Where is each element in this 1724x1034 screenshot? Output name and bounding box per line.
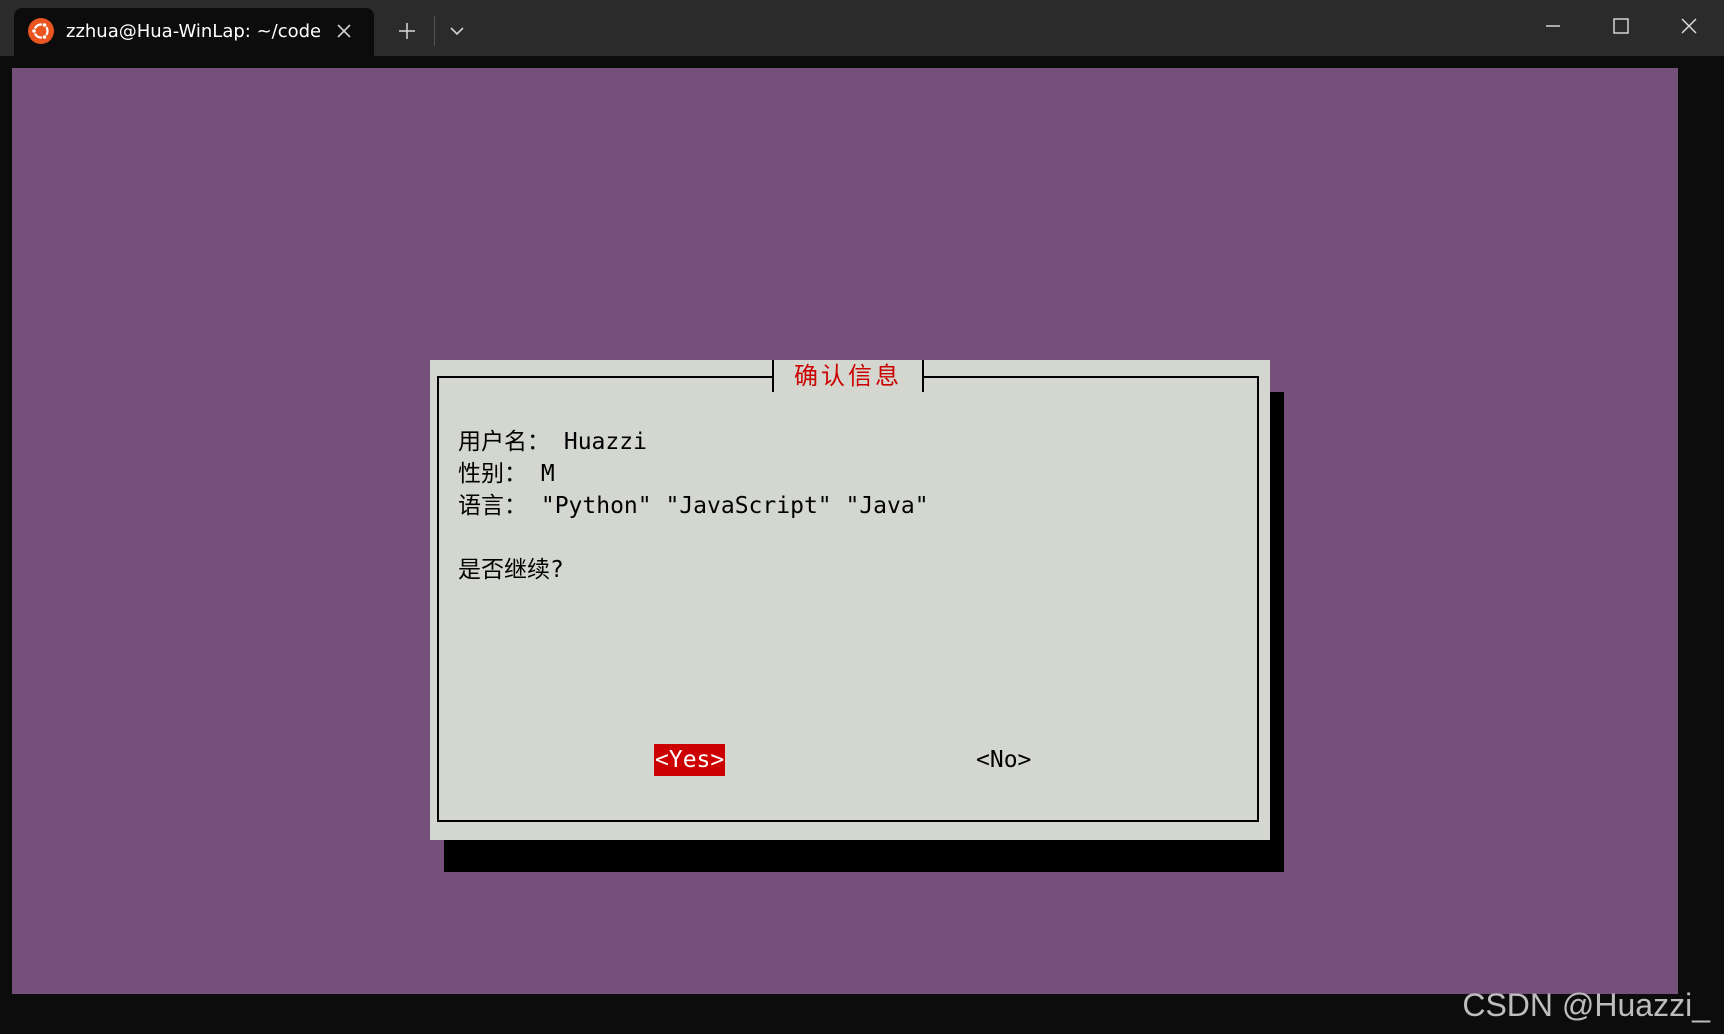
terminal-window: zzhua@Hua-WinLap: ~/code 确认信息 用户名： Huazz… [0, 0, 1724, 1034]
title-bar: zzhua@Hua-WinLap: ~/code [0, 0, 1724, 56]
tab-dropdown-button[interactable] [440, 14, 474, 48]
maximize-icon [1613, 18, 1629, 34]
confirm-dialog: 确认信息 用户名： Huazzi 性别： M 语言： "Python" "Jav… [430, 360, 1270, 840]
chevron-down-icon [450, 27, 464, 36]
watermark: CSDN @Huazzi_ [1462, 987, 1710, 1023]
maximize-button[interactable] [1598, 8, 1644, 44]
dialog-title: 确认信息 [772, 360, 924, 392]
tab-active[interactable]: zzhua@Hua-WinLap: ~/code [14, 8, 374, 56]
terminal-area[interactable]: 确认信息 用户名： Huazzi 性别： M 语言： "Python" "Jav… [12, 68, 1678, 994]
tab-title: zzhua@Hua-WinLap: ~/code [66, 21, 322, 42]
minimize-icon [1546, 25, 1560, 27]
close-icon [1681, 18, 1697, 34]
new-tab-button[interactable] [390, 14, 424, 48]
info-line-language: 语言： "Python" "JavaScript" "Java" [458, 493, 929, 519]
tab-divider [434, 16, 435, 46]
info-line-username: 用户名： Huazzi [458, 429, 647, 455]
yes-button[interactable]: <Yes> [654, 744, 726, 776]
minimize-button[interactable] [1530, 8, 1576, 44]
info-line-gender: 性别： M [458, 461, 555, 487]
ubuntu-icon [28, 18, 54, 44]
plus-icon [399, 23, 415, 39]
continue-prompt: 是否继续? [458, 557, 564, 583]
close-tab-icon[interactable] [332, 19, 356, 43]
no-button[interactable]: <No> [976, 744, 1031, 776]
close-window-button[interactable] [1666, 8, 1712, 44]
